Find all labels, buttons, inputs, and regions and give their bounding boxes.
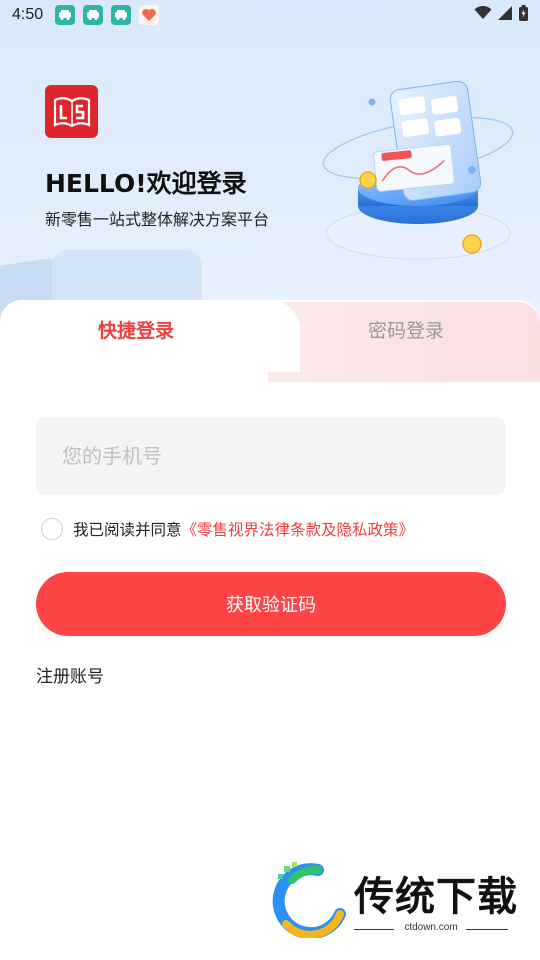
agreement-text: 我已阅读并同意 bbox=[73, 521, 182, 539]
page-subtitle: 新零售一站式整体解决方案平台 bbox=[45, 210, 270, 229]
status-bar: 4:50 bbox=[0, 0, 540, 30]
agreement-checkbox[interactable] bbox=[41, 518, 63, 540]
car-app-icon bbox=[55, 5, 76, 25]
tab-quick-login[interactable]: 快捷登录 bbox=[60, 316, 212, 343]
register-link[interactable]: 注册账号 bbox=[36, 662, 104, 687]
wifi-icon bbox=[474, 5, 492, 24]
status-right bbox=[474, 5, 528, 25]
watermark-url: ctdown.com bbox=[404, 922, 458, 933]
battery-icon bbox=[519, 5, 528, 25]
car-app-icon bbox=[111, 5, 132, 25]
status-time: 4:50 bbox=[12, 6, 44, 23]
watermark: 传统下载 ctdown.com bbox=[268, 862, 518, 942]
divider bbox=[466, 929, 508, 930]
phone-input[interactable] bbox=[36, 417, 506, 495]
agreement-row: 我已阅读并同意 《零售视界法律条款及隐私政策》 bbox=[41, 518, 414, 540]
car-app-icon bbox=[83, 5, 104, 25]
hero-illustration bbox=[322, 80, 514, 260]
get-code-button[interactable]: 获取验证码 bbox=[36, 572, 506, 636]
watermark-logo-icon bbox=[272, 862, 346, 938]
privacy-policy-link[interactable]: 《零售视界法律条款及隐私政策》 bbox=[182, 518, 415, 540]
page-title: HELLO!欢迎登录 bbox=[45, 169, 247, 198]
tab-password-login[interactable]: 密码登录 bbox=[330, 316, 482, 343]
app-logo bbox=[45, 85, 98, 138]
watermark-text: 传统下载 bbox=[354, 874, 518, 920]
heart-app-icon bbox=[139, 5, 160, 25]
signal-icon bbox=[498, 6, 513, 24]
